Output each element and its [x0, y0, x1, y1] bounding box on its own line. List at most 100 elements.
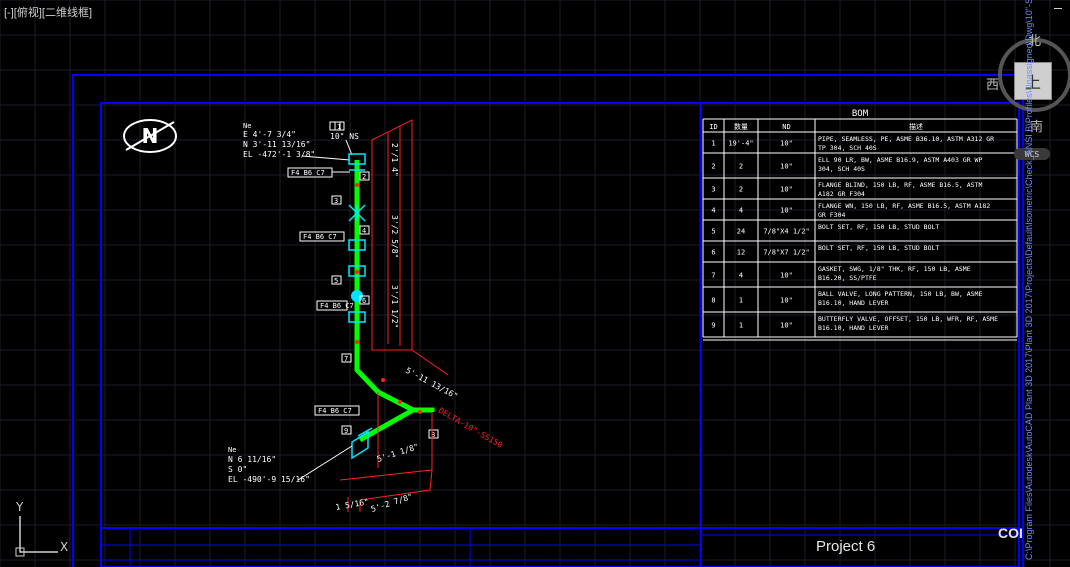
- bom-description: PIPE, SEAMLESS, PE, ASME B36.10, ASTM A3…: [818, 135, 994, 143]
- component-tag: F4 B6 C7: [314, 405, 360, 416]
- bom-header: 数量: [734, 122, 748, 131]
- bom-description: B16.20, SS/PTFE: [818, 274, 877, 282]
- bom-cell: 6: [711, 249, 715, 257]
- bom-cell: 8: [711, 297, 715, 305]
- bom-row: 9 1 10" BUTTERFLY VALVE, OFFSET, 150 LB, WF…: [711, 315, 998, 332]
- viewport-label[interactable]: [-][俯视][二维线框]: [4, 4, 92, 20]
- bom-description: GASKET, SWG, 1/8" THK, RF, 150 LB, ASME: [818, 265, 971, 273]
- bom-description: FLANGE WN, 150 LB, RF, ASME B16.5, ASTM …: [818, 202, 990, 210]
- bom-cell: 10": [780, 140, 793, 148]
- bom-row: 2 2 10" ELL 90 LR, BW, ASME B16.9, ASTM A40…: [711, 156, 982, 173]
- bom-row: 6 12 7/8"X7 1/2" BOLT SET, RF, 150 LB, STUD…: [711, 244, 939, 257]
- svg-text:4: 4: [362, 227, 366, 235]
- north-symbol-label: N: [142, 124, 159, 148]
- bom-cell: 7: [711, 272, 715, 280]
- bom-description: BOLT SET, RF, 150 LB, STUD BOLT: [818, 244, 939, 252]
- item-number-tag: 4: [359, 225, 370, 235]
- bom-description: ELL 90 LR, BW, ASME B16.9, ASTM A403 GR …: [818, 156, 982, 164]
- bom-row: 8 1 10" BALL VALVE, LONG PATTERN, 150 LB, B…: [711, 290, 982, 307]
- coord-line: EL -472'-1 3/8": [243, 150, 315, 159]
- bom-cell: 10": [780, 272, 793, 280]
- bom-description: B16.10, HAND LEVER: [818, 299, 889, 307]
- coordinate-callout-top: Ne E 4'-7 3/4" N 3'-11 13/16" EL -472'-1…: [243, 122, 351, 161]
- bom-description: 304, SCH 40S: [818, 165, 865, 173]
- svg-text:2: 2: [362, 173, 366, 181]
- bom-header: ND: [782, 123, 790, 131]
- svg-text:F4 B6 C7: F4 B6 C7: [291, 169, 325, 177]
- bom-description: A182 GR F304: [818, 190, 865, 198]
- dim-label: 5'-11 13/16": [404, 366, 459, 401]
- item-number-tag: 3: [331, 195, 342, 205]
- bom-row: 5 24 7/8"X4 1/2" BOLT SET, RF, 150 LB, STUD…: [711, 223, 939, 236]
- bom-cell: 4: [711, 207, 715, 215]
- bom-cell: 19'-4": [728, 140, 753, 148]
- bom-description: BOLT SET, RF, 150 LB, STUD BOLT: [818, 223, 939, 231]
- drawing-canvas[interactable]: N Ne E 4'-7 3/4" N 3'-11 13/16" EL -472'…: [0, 0, 1070, 567]
- size-callout: 10" NS: [329, 121, 359, 156]
- weld-marker: [418, 410, 422, 414]
- item-number-tag: 8: [428, 429, 439, 439]
- slope-label: DELTA-10"-SS150: [437, 406, 504, 450]
- svg-text:EL -490'-9 15/16": EL -490'-9 15/16": [228, 475, 310, 484]
- bom-header: ID: [709, 123, 717, 131]
- svg-text:3: 3: [334, 197, 338, 205]
- size-label: 10" NS: [330, 132, 359, 141]
- svg-text:7: 7: [344, 355, 348, 363]
- bom-cell: 24: [737, 228, 745, 236]
- bom-description: B16.10, HAND LEVER: [818, 324, 889, 332]
- bom-cell: 5: [711, 228, 715, 236]
- item-number-tag: 1: [334, 121, 345, 131]
- bom-row: 3 2 10" FLANGE BLIND, 150 LB, RF, ASME B16.…: [711, 181, 982, 198]
- bom-cell: 1: [711, 140, 715, 148]
- item-number-tag: 6: [359, 295, 370, 305]
- dim-label: 1 5/16": [335, 497, 370, 512]
- dim-label: 3'/2 5/8": [390, 215, 399, 258]
- bom-description: GR F304: [818, 211, 845, 219]
- dim-label: 5'-1 1/8": [376, 442, 420, 464]
- bom-cell: 12: [737, 249, 745, 257]
- compass-west[interactable]: 西: [986, 74, 999, 93]
- titleblock-corner-text: COI: [998, 525, 1023, 541]
- bom-cell: 3: [711, 186, 715, 194]
- ucs-x-label: X: [60, 540, 69, 554]
- component-tag: F4 B6 C7: [316, 300, 354, 311]
- bom-cell: 2: [711, 163, 715, 171]
- bom-header: 描述: [909, 122, 923, 131]
- bom-description: FLANGE BLIND, 150 LB, RF, ASME B16.5, AS…: [818, 181, 982, 189]
- svg-text:5: 5: [334, 277, 338, 285]
- minimize-icon[interactable]: [1054, 8, 1062, 9]
- bom-cell: 10": [780, 207, 793, 215]
- bom-cell: 1: [739, 297, 743, 305]
- ucs-icon: Y X: [8, 500, 78, 560]
- bom-cell: 2: [739, 163, 743, 171]
- drawing-path: C:\Program Files\Autodesk\AutoCAD Plant …: [1024, 0, 1034, 560]
- bom-cell: 4: [739, 272, 743, 280]
- bom-description: BALL VALVE, LONG PATTERN, 150 LB, BW, AS…: [818, 290, 982, 298]
- bom-cell: 10": [780, 322, 793, 330]
- north-arrow-icon: N: [123, 119, 177, 153]
- svg-text:1: 1: [337, 123, 341, 131]
- weld-marker: [355, 340, 359, 344]
- bom-description: TP 304, SCH 40S: [818, 144, 877, 152]
- coord-label: Ne: [243, 122, 251, 130]
- butterfly-valve-icon: [348, 204, 366, 222]
- component-tag: F4 B6 C7: [287, 167, 350, 178]
- bom-row: 7 4 10" GASKET, SWG, 1/8" THK, RF, 150 LB, …: [711, 265, 970, 282]
- bom-cell: 10": [780, 297, 793, 305]
- bom-cell: 10": [780, 163, 793, 171]
- bom-row: 1 19'-4" 10" PIPE, SEAMLESS, PE, ASME B36.1…: [711, 135, 994, 152]
- svg-text:F4 B6 C7: F4 B6 C7: [318, 407, 352, 415]
- svg-text:9: 9: [344, 427, 348, 435]
- bom-cell: 7/8"X7 1/2": [763, 249, 809, 257]
- bom-cell: 2: [739, 186, 743, 194]
- svg-text:N 6 11/16": N 6 11/16": [228, 455, 276, 464]
- background-grid: [0, 0, 1070, 567]
- weld-marker: [355, 183, 359, 187]
- svg-text:6: 6: [362, 297, 366, 305]
- item-number-tag: 2: [359, 171, 370, 181]
- svg-text:F4 B6 C7: F4 B6 C7: [320, 302, 354, 310]
- component-tag: F4 B6 C7: [299, 231, 345, 242]
- bom-description: BUTTERFLY VALVE, OFFSET, 150 LB, WFR, RF…: [818, 315, 998, 323]
- bom-cell: 1: [739, 322, 743, 330]
- bom-title: BOM: [852, 109, 869, 119]
